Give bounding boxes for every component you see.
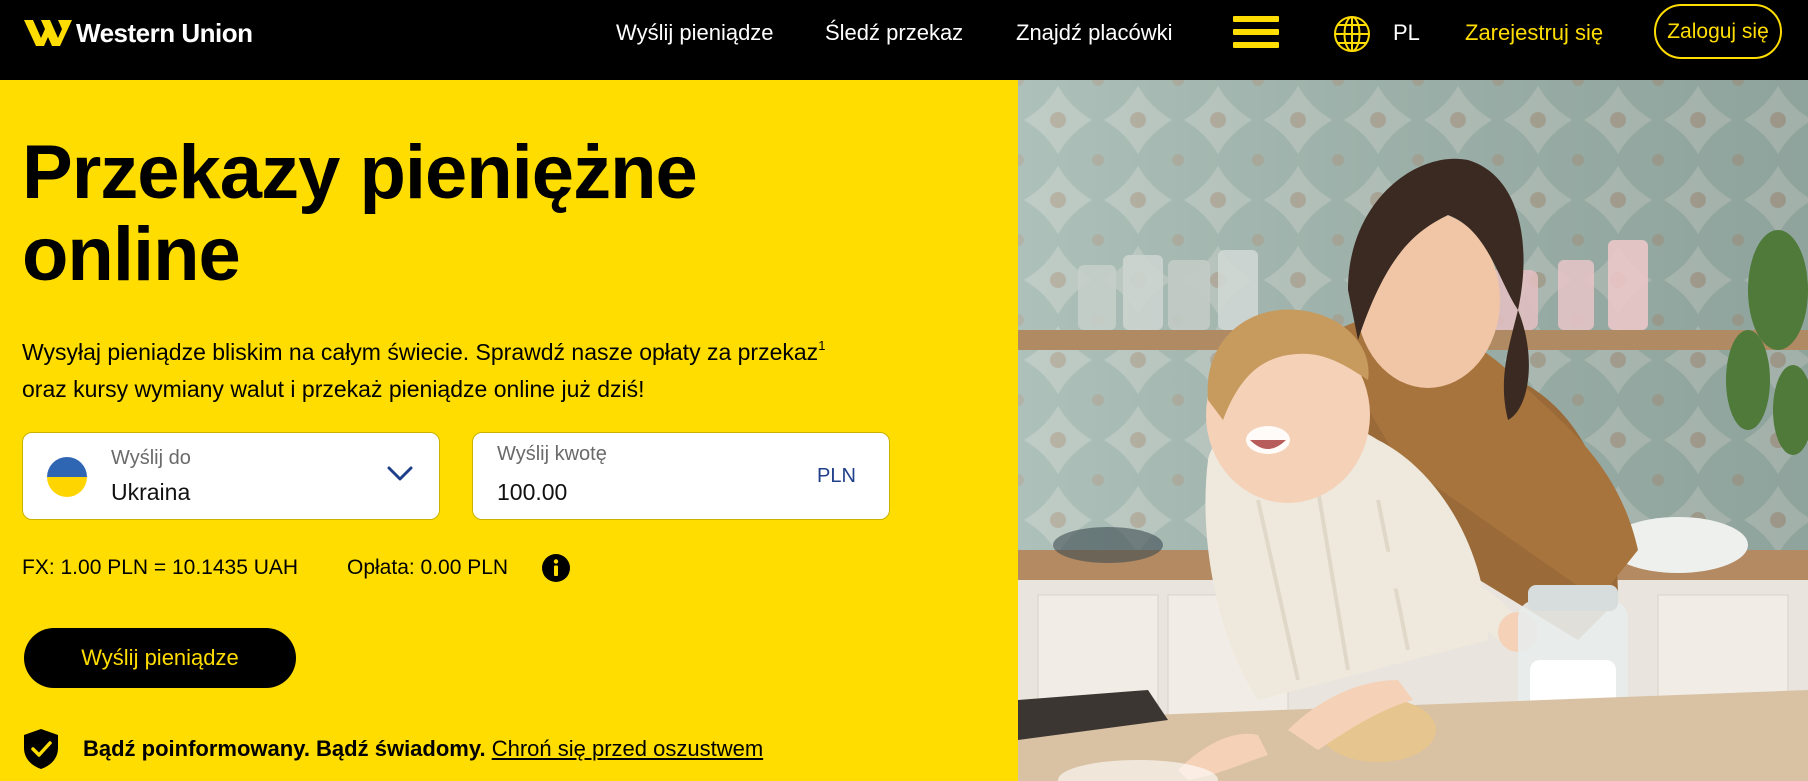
info-icon[interactable] <box>541 553 571 583</box>
amount-currency: PLN <box>817 465 856 487</box>
nav-find-locations[interactable]: Znajdź placówki <box>1016 18 1173 48</box>
register-link[interactable]: Zarejestruj się <box>1465 18 1603 48</box>
send-amount-input[interactable]: Wyślij kwotę 100.00 PLN <box>472 432 890 520</box>
hero-subtitle-line2: oraz kursy wymiany walut i przekaż pieni… <box>22 376 645 402</box>
destination-value: Ukraina <box>111 479 191 505</box>
page-title: Przekazy pieniężne online <box>22 130 698 297</box>
fx-rate: FX: 1.00 PLN = 10.1435 UAH <box>22 556 299 579</box>
send-money-button[interactable]: Wyślij pieniądze <box>24 628 296 688</box>
ukraine-flag-icon <box>47 457 87 497</box>
shield-check-icon <box>24 729 58 769</box>
site-header: Western Union Wyślij pieniądze Śledź prz… <box>0 0 1808 80</box>
hero-photo <box>1018 80 1808 781</box>
language-selector[interactable]: PL <box>1393 18 1420 48</box>
fraud-protection-link[interactable]: Chroń się przed oszustwem <box>492 736 763 761</box>
hamburger-menu-icon[interactable] <box>1233 13 1279 51</box>
brand-logo[interactable]: Western Union <box>24 17 253 48</box>
chevron-down-icon[interactable] <box>385 463 415 483</box>
hero-subtitle: Wysyłaj pieniądze bliskim na całym świec… <box>22 327 922 408</box>
destination-label: Wyślij do <box>111 447 191 469</box>
western-union-logo-icon <box>24 20 72 46</box>
transfer-fee: Opłata: 0.00 PLN <box>347 556 509 579</box>
amount-label: Wyślij kwotę <box>497 443 607 465</box>
fraud-notice: Bądź poinformowany. Bądź świadomy. Chroń… <box>83 734 763 764</box>
brand-name: Western Union <box>76 17 253 48</box>
hero-subtitle-line1: Wysyłaj pieniądze bliskim na całym świec… <box>22 339 819 365</box>
destination-country-select[interactable]: Wyślij do Ukraina <box>22 432 440 520</box>
globe-icon[interactable] <box>1332 14 1372 54</box>
footnote-marker[interactable]: 1 <box>818 338 825 353</box>
amount-value[interactable]: 100.00 <box>497 477 567 507</box>
hero-panel: Przekazy pieniężne online Wysyłaj pienią… <box>0 80 1018 781</box>
hero-photo-illustration <box>1018 80 1808 781</box>
nav-track-transfer[interactable]: Śledź przekaz <box>825 18 963 48</box>
login-button[interactable]: Zaloguj się <box>1654 4 1782 59</box>
fraud-notice-text: Bądź poinformowany. Bądź świadomy. <box>83 736 486 761</box>
nav-send-money[interactable]: Wyślij pieniądze <box>616 18 774 48</box>
